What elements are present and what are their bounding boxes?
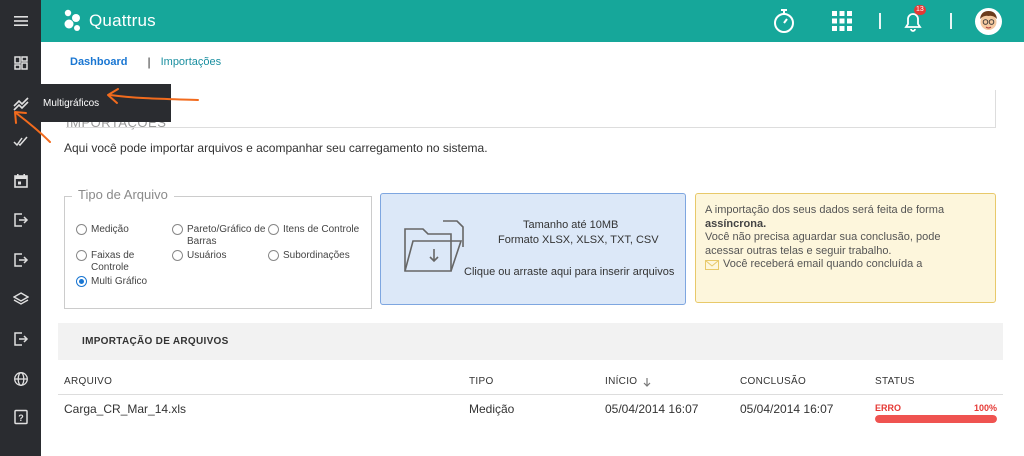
table-row-divider xyxy=(58,394,1003,395)
globe-icon[interactable] xyxy=(0,364,41,394)
radio-subordinacoes[interactable]: Subordinações xyxy=(268,250,350,262)
radio-itens-controle[interactable]: Itens de Controle xyxy=(268,224,359,236)
logo-icon xyxy=(64,9,80,31)
status-progress-fill xyxy=(875,415,997,423)
double-check-icon[interactable] xyxy=(0,126,41,156)
radio-faixas-controle[interactable]: Faixas de Controle xyxy=(76,250,134,274)
section-divider xyxy=(66,127,996,128)
breadcrumb-separator: | xyxy=(147,55,151,69)
status-label: ERRO xyxy=(875,403,902,413)
intro-text: Aqui você pode importar arquivos e acomp… xyxy=(64,141,488,155)
info-line: A importação dos seus dados será feita d… xyxy=(705,204,945,216)
radio-button[interactable] xyxy=(268,224,279,235)
column-header-type[interactable]: TIPO xyxy=(469,376,494,387)
svg-text:?: ? xyxy=(18,413,24,423)
radio-label: Multi Gráfico xyxy=(91,276,148,287)
radio-pareto[interactable]: Pareto/Gráfico de Barras xyxy=(172,224,265,248)
breadcrumb-importacoes[interactable]: Importações xyxy=(161,56,222,68)
column-header-start-label: INÍCIO xyxy=(605,376,638,387)
radio-multi-grafico[interactable]: Multi Gráfico xyxy=(76,276,147,288)
async-info-box: A importação dos seus dados será feita d… xyxy=(695,193,996,303)
status-progress-bar xyxy=(875,415,997,423)
column-header-status[interactable]: STATUS xyxy=(875,376,915,387)
logo[interactable]: Quattrus xyxy=(63,9,156,33)
stopwatch-icon[interactable] xyxy=(771,7,797,35)
radio-label: Usuários xyxy=(187,250,227,261)
radio-label: Faixas de Controle xyxy=(91,250,135,273)
radio-usuarios[interactable]: Usuários xyxy=(172,250,226,262)
radio-button[interactable] xyxy=(172,250,183,261)
mail-icon xyxy=(705,259,719,270)
app-name: Quattrus xyxy=(89,11,156,30)
file-type-legend: Tipo de Arquivo xyxy=(72,187,174,202)
dashboard-icon[interactable] xyxy=(0,48,41,78)
tooltip-label: Multigráficos xyxy=(43,97,100,109)
radio-button[interactable] xyxy=(76,224,87,235)
radio-label: Pareto/Gráfico de Barras xyxy=(187,224,266,247)
column-header-start[interactable]: INÍCIO xyxy=(605,376,651,387)
sort-down-icon[interactable] xyxy=(643,377,651,387)
radio-label: Subordinações xyxy=(283,250,350,261)
info-line: acessar outras telas e seguir trabalho. xyxy=(705,244,892,257)
calendar-icon[interactable] xyxy=(0,166,41,196)
layers-icon[interactable] xyxy=(0,284,41,314)
apps-grid-icon[interactable] xyxy=(830,7,854,35)
radio-button[interactable] xyxy=(76,250,87,261)
cell-start: 05/04/2014 16:07 xyxy=(605,402,699,416)
top-bar: Quattrus 13 xyxy=(41,0,1024,42)
help-icon[interactable]: ? xyxy=(0,402,41,432)
cell-end: 05/04/2014 16:07 xyxy=(740,402,834,416)
sidebar-tooltip: Multigráficos xyxy=(33,84,171,122)
radio-label: Itens de Controle xyxy=(283,224,360,235)
upload-formats: Formato XLSX, XLSX, TXT, CSV xyxy=(498,234,659,246)
sidebar: ? xyxy=(0,0,41,456)
info-bold: assíncrona. xyxy=(705,217,767,230)
upload-instruction: Clique ou arraste aqui para inserir arqu… xyxy=(464,266,675,278)
radio-button-selected[interactable] xyxy=(76,276,87,287)
radio-medicao[interactable]: Medição xyxy=(76,224,129,236)
cell-type: Medição xyxy=(469,402,515,416)
divider xyxy=(950,13,952,29)
upload-size-limit: Tamanho até 10MB xyxy=(523,219,619,231)
table-header-bar: IMPORTAÇÃO DE ARQUIVOS xyxy=(58,323,1003,360)
notification-badge: 13 xyxy=(914,5,926,15)
logout-icon[interactable] xyxy=(0,324,41,354)
info-line: Você não precisa aguardar sua conclusão,… xyxy=(705,231,941,243)
radio-label: Medição xyxy=(91,224,129,235)
menu-icon[interactable] xyxy=(0,6,41,36)
radio-button[interactable] xyxy=(268,250,279,261)
section-border xyxy=(995,90,996,128)
info-line: Você receberá email quando concluída a xyxy=(723,258,923,270)
divider xyxy=(879,13,881,29)
radio-button[interactable] xyxy=(172,224,183,235)
status-percent: 100% xyxy=(973,403,997,413)
folder-upload-icon xyxy=(404,220,464,272)
column-header-file[interactable]: ARQUIVO xyxy=(64,376,112,387)
avatar[interactable] xyxy=(974,7,1002,35)
upload-dropzone[interactable]: Tamanho até 10MB Formato XLSX, XLSX, TXT… xyxy=(380,193,686,305)
import-icon[interactable] xyxy=(0,205,41,235)
column-header-end[interactable]: CONCLUSÃO xyxy=(740,376,806,387)
breadcrumb: Dashboard | Importações xyxy=(70,55,221,69)
bell-icon[interactable]: 13 xyxy=(900,5,926,35)
breadcrumb-dashboard[interactable]: Dashboard xyxy=(70,56,127,68)
table-title: IMPORTAÇÃO DE ARQUIVOS xyxy=(82,336,229,347)
export-icon[interactable] xyxy=(0,245,41,275)
cell-file: Carga_CR_Mar_14.xls xyxy=(64,402,187,416)
